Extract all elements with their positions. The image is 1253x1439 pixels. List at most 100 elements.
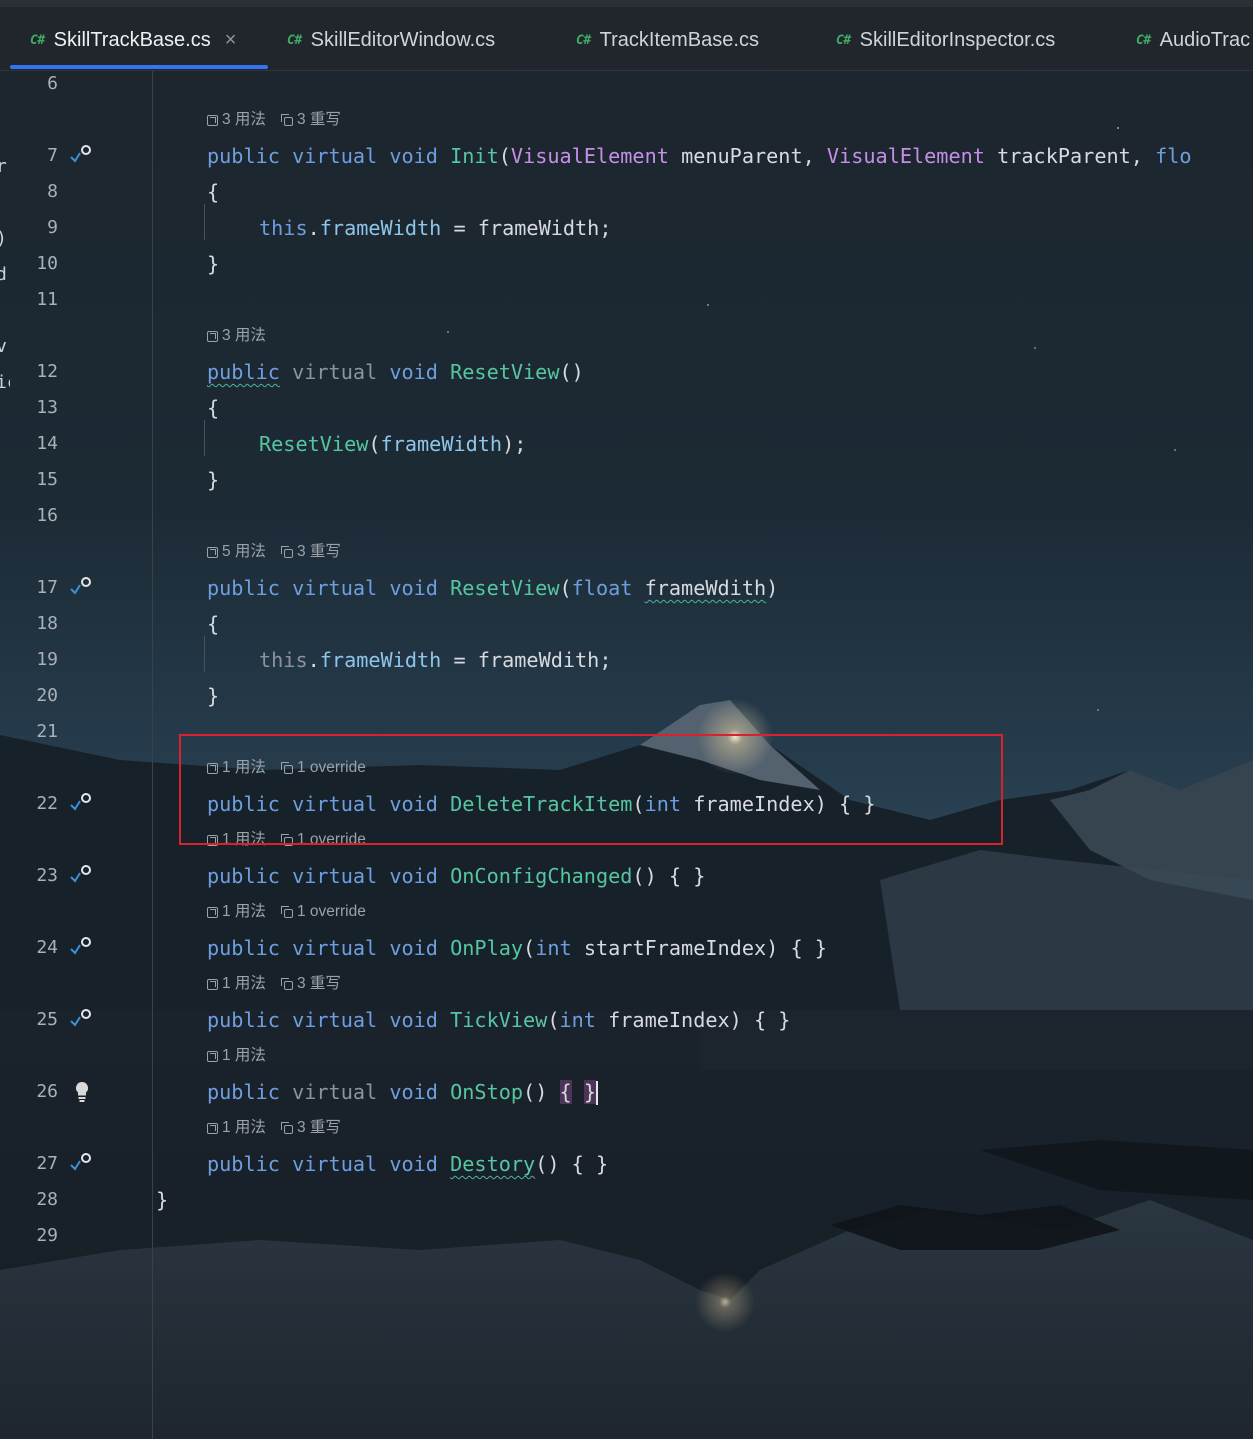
overrides-icon [280, 546, 293, 558]
indent-guide [204, 636, 205, 672]
indent-guide [204, 420, 205, 456]
code-line-25[interactable]: 25 public virtual void TickView(int fram… [0, 1002, 1253, 1038]
code-line-8[interactable]: 8 { [0, 174, 1253, 210]
usages-hint[interactable]: 5 用法 [222, 543, 266, 560]
code-text: } [156, 1188, 169, 1212]
usages-hint[interactable]: 3 用法 [222, 327, 266, 344]
overrides-hint[interactable]: 3 重写 [297, 975, 341, 992]
code-line-14[interactable]: 14 ResetView(frameWidth); [0, 426, 1253, 462]
override-down-icon[interactable] [68, 1146, 96, 1182]
tab-audiotrack[interactable]: C# AudioTrac [1136, 26, 1250, 54]
overrides-hint[interactable]: 1 override [297, 903, 366, 920]
code-line-11[interactable]: 11 [0, 282, 1253, 318]
code-line-20[interactable]: 20 } [0, 678, 1253, 714]
cutoff-text: d [0, 264, 7, 285]
usages-icon [207, 115, 218, 126]
overrides-hint[interactable]: 3 重写 [297, 1119, 341, 1136]
inlay-hint-row: 1 用法 3 重写 [0, 966, 1253, 1002]
override-down-icon[interactable] [68, 570, 96, 606]
inlay-hint-row: 1 用法 1 override [0, 894, 1253, 930]
override-down-icon[interactable] [68, 858, 96, 894]
overrides-hint[interactable]: 3 重写 [297, 111, 341, 128]
usages-icon [207, 331, 218, 342]
adjacent-pane-edge: r ): d v ic [0, 70, 10, 1439]
override-down-icon[interactable] [68, 1002, 96, 1038]
line-number: 12 [36, 361, 58, 382]
code-line-6[interactable]: 6 [0, 66, 1253, 102]
override-down-icon[interactable] [68, 138, 96, 174]
code-line-7[interactable]: 7 public virtual void Init(VisualElement… [0, 138, 1253, 174]
tab-skilleditorwindow[interactable]: C# SkillEditorWindow.cs [287, 26, 495, 54]
inlay-hint[interactable]: 1 用法 3 重写 [207, 966, 341, 1002]
cutoff-text: v [0, 336, 7, 357]
inlay-hint[interactable]: 5 用法 3 重写 [207, 534, 341, 570]
code-line-16[interactable]: 16 [0, 498, 1253, 534]
code-line-9[interactable]: 9 this.frameWidth = frameWidth; [0, 210, 1253, 246]
tab-trackitembase[interactable]: C# TrackItemBase.cs [576, 26, 759, 54]
code-line-26[interactable]: 26 public virtual void OnStop() { } [0, 1074, 1253, 1110]
code-line-17[interactable]: 17 public virtual void ResetView(float f… [0, 570, 1253, 606]
code-line-29[interactable]: 29 [0, 1218, 1253, 1254]
code-line-28[interactable]: 28 } [0, 1182, 1253, 1218]
code-text: public virtual void TickView(int frameIn… [207, 1008, 791, 1032]
code-line-13[interactable]: 13 { [0, 390, 1253, 426]
usages-icon [207, 1123, 218, 1134]
inlay-hint[interactable]: 1 用法 1 override [207, 894, 366, 930]
line-number: 20 [36, 685, 58, 706]
inlay-hint-row: 1 用法 [0, 1038, 1253, 1074]
tab-label: TrackItemBase.cs [599, 28, 759, 51]
inlay-hint[interactable]: 3 用法 3 重写 [207, 102, 341, 138]
tab-skilltrackbase[interactable]: C# SkillTrackBase.cs × [30, 26, 236, 54]
override-down-icon[interactable] [68, 930, 96, 966]
usages-hint[interactable]: 3 用法 [222, 111, 266, 128]
code-line-27[interactable]: 27 public virtual void Destory() { } [0, 1146, 1253, 1182]
line-number: 23 [36, 865, 58, 886]
code-text: ResetView(frameWidth); [259, 432, 527, 456]
code-line-10[interactable]: 10 } [0, 246, 1253, 282]
code-text: public virtual void OnStop() { } [207, 1080, 598, 1105]
code-line-19[interactable]: 19 this.frameWidth = frameWdith; [0, 642, 1253, 678]
inlay-hint[interactable]: 1 用法 3 重写 [207, 1110, 341, 1146]
usages-hint[interactable]: 1 用法 [222, 975, 266, 992]
usages-hint[interactable]: 1 用法 [222, 1119, 266, 1136]
code-line-15[interactable]: 15 } [0, 462, 1253, 498]
usages-icon [207, 907, 218, 918]
inlay-hint-row: 3 用法 [0, 318, 1253, 354]
usages-icon [207, 1051, 218, 1062]
tab-skilleditorinspector[interactable]: C# SkillEditorInspector.cs [836, 26, 1055, 54]
close-tab-icon[interactable]: × [225, 29, 237, 52]
line-number: 26 [36, 1081, 58, 1102]
line-number: 25 [36, 1009, 58, 1030]
usages-icon [207, 547, 218, 558]
code-line-18[interactable]: 18 { [0, 606, 1253, 642]
usages-hint[interactable]: 1 用法 [222, 1047, 266, 1064]
code-text: public virtual void OnPlay(int startFram… [207, 936, 827, 960]
lightbulb-icon[interactable] [68, 1074, 96, 1110]
line-number: 14 [36, 433, 58, 454]
csharp-file-icon: C# [1136, 32, 1151, 48]
line-number: 15 [36, 469, 58, 490]
line-number: 21 [36, 721, 58, 742]
override-down-icon[interactable] [68, 786, 96, 822]
overrides-icon [280, 906, 293, 918]
code-text: } [207, 252, 220, 276]
inlay-hint[interactable]: 3 用法 [207, 318, 266, 354]
line-number: 28 [36, 1189, 58, 1210]
line-number: 18 [36, 613, 58, 634]
tab-label: SkillEditorInspector.cs [859, 28, 1056, 51]
code-line-23[interactable]: 23 public virtual void OnConfigChanged()… [0, 858, 1253, 894]
overrides-hint[interactable]: 3 重写 [297, 543, 341, 560]
window-top-edge [0, 0, 1253, 7]
usages-hint[interactable]: 1 用法 [222, 903, 266, 920]
overrides-icon [280, 1122, 293, 1134]
overrides-icon [280, 978, 293, 990]
code-line-24[interactable]: 24 public virtual void OnPlay(int startF… [0, 930, 1253, 966]
csharp-file-icon: C# [30, 32, 45, 48]
usages-icon [207, 979, 218, 990]
line-number: 13 [36, 397, 58, 418]
inlay-hint[interactable]: 1 用法 [207, 1038, 266, 1074]
annotation-highlight-box [179, 734, 1003, 845]
code-line-12[interactable]: 12 public virtual void ResetView() [0, 354, 1253, 390]
line-number: 16 [36, 505, 58, 526]
inlay-hint-row: 3 用法 3 重写 [0, 102, 1253, 138]
